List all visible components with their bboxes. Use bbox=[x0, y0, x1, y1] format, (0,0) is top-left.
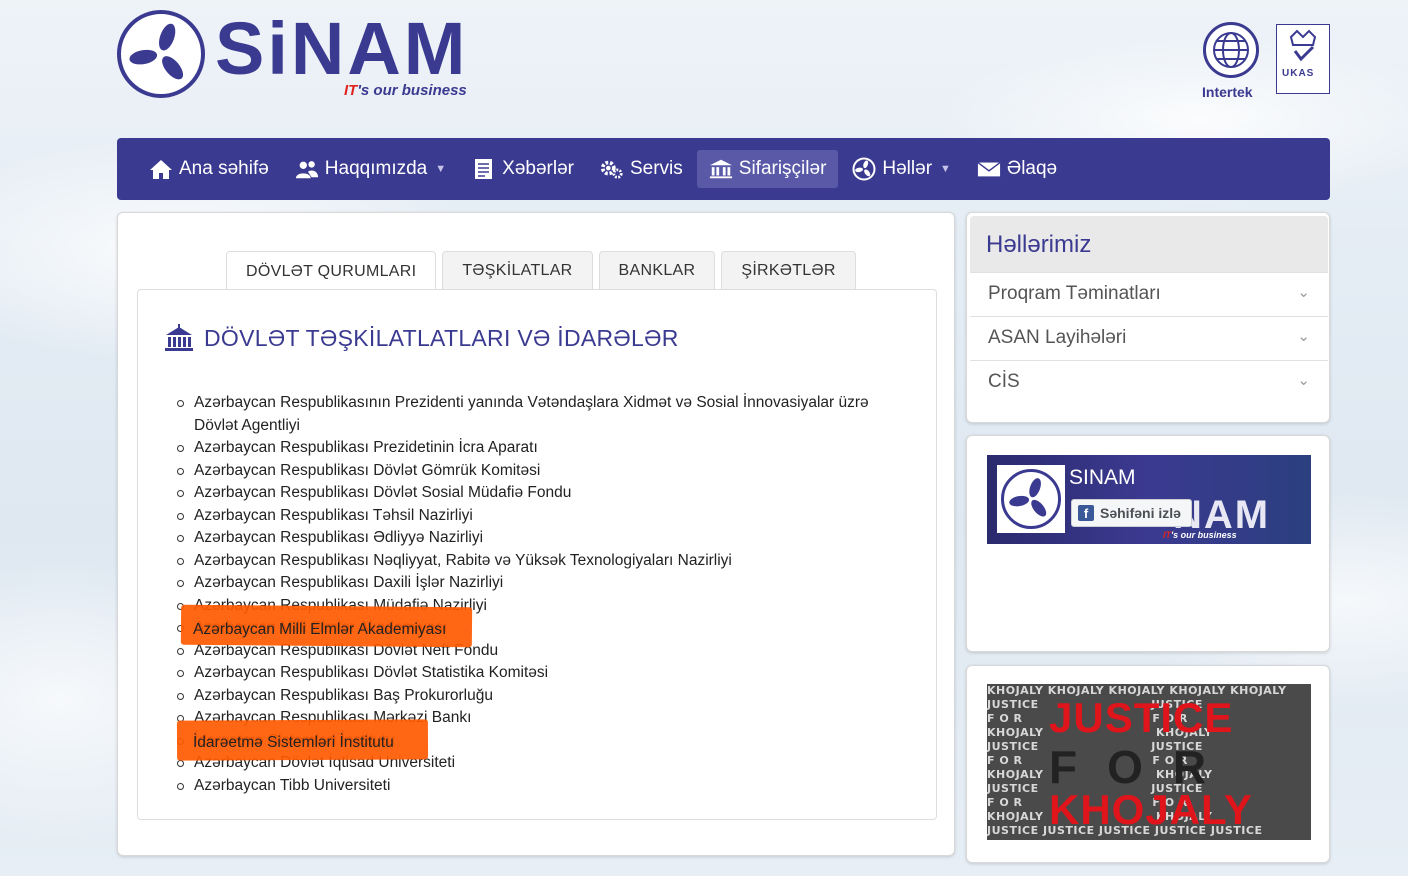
banner-tagline: IT's our business bbox=[1163, 530, 1237, 540]
list-item: Azərbaycan Respublikası Prezidetinin İcr… bbox=[177, 437, 914, 460]
nav-item-solutions[interactable]: Həllər ▼ bbox=[840, 150, 963, 188]
nav-label: Əlaqə bbox=[1006, 158, 1058, 179]
solution-item-software[interactable]: Proqram Təminatları ⌄ bbox=[970, 272, 1328, 316]
pane-title-text: DÖVLƏT TƏŞKİLATLATLARI VƏ İDARƏLƏR bbox=[204, 324, 679, 351]
nav-label: Servis bbox=[629, 158, 683, 179]
list-item: Azərbaycan Tibb Universiteti bbox=[177, 775, 914, 798]
nav-label: Haqqımızda bbox=[324, 158, 428, 179]
tab-state-agencies[interactable]: DÖVLƏT QURUMLARI bbox=[226, 251, 437, 291]
solution-label: ASAN Layihələri bbox=[988, 327, 1127, 348]
solutions-title: Həllərimiz bbox=[986, 231, 1092, 258]
tab-banks[interactable]: BANKLAR bbox=[598, 251, 716, 290]
follow-label: Səhifəni izlə bbox=[1100, 505, 1181, 521]
list-item: Azərbaycan Respublikası Nəqliyyat, Rabit… bbox=[177, 550, 914, 573]
nav-label: Sifarişçilər bbox=[738, 158, 827, 179]
nav-label: Həllər bbox=[882, 158, 933, 179]
page-avatar bbox=[997, 465, 1065, 533]
page-name: SINAM bbox=[1069, 466, 1136, 489]
list-item: Azərbaycan Respublikası Baş Prokurorluğu bbox=[177, 685, 914, 708]
building-icon bbox=[164, 324, 194, 352]
chevron-down-icon: ⌄ bbox=[1297, 328, 1310, 345]
chevron-down-icon: ⌄ bbox=[1297, 284, 1310, 301]
chevron-down-icon: ⌄ bbox=[1297, 372, 1310, 389]
solution-label: Proqram Təminatları bbox=[988, 283, 1161, 304]
iso-globe-icon bbox=[1203, 22, 1259, 78]
follow-page-button[interactable]: f Səhifəni izlə bbox=[1071, 499, 1192, 527]
mail-icon bbox=[977, 158, 1001, 180]
khojaly-banner-panel: KHOJALY KHOJALY KHOJALY KHOJALY KHOJALY … bbox=[966, 665, 1330, 863]
facebook-page-banner[interactable]: NAM IT's our business SINAM f Səhifəni i… bbox=[987, 455, 1311, 544]
solutions-panel: Həllərimiz Proqram Təminatları ⌄ ASAN La… bbox=[966, 212, 1330, 423]
nav-label: Ana səhifə bbox=[179, 158, 269, 179]
client-tabs: DÖVLƏT QURUMLARI TƏŞKİLATLAR BANKLAR ŞİR… bbox=[226, 251, 856, 291]
chevron-down-icon: ▼ bbox=[435, 163, 447, 175]
highlighted-item: Azərbaycan Milli Elmlər Akademiyası bbox=[193, 621, 447, 638]
home-icon bbox=[149, 158, 173, 180]
ukas-crown-icon bbox=[1276, 24, 1330, 94]
solution-item-asan[interactable]: ASAN Layihələri ⌄ bbox=[970, 316, 1328, 360]
list-item: Azərbaycan Respublikası Dövlət Sosial Mü… bbox=[177, 482, 914, 505]
ukas-label: UKAS bbox=[1282, 68, 1315, 79]
logo-flower-icon bbox=[117, 10, 205, 98]
list-item: Azərbaycan Respublikası Ədliyyə Nazirliy… bbox=[177, 527, 914, 550]
nav-item-contact[interactable]: Əlaqə bbox=[965, 150, 1069, 188]
logo-tagline: IT's our business bbox=[344, 82, 467, 99]
intertek-label: Intertek bbox=[1202, 84, 1253, 100]
list-item: Azərbaycan Respublikası Daxili İşlər Naz… bbox=[177, 572, 914, 595]
list-item: Azərbaycan Respublikası Dövlət Statistik… bbox=[177, 662, 914, 685]
list-item: Azərbaycan Respublikası Dövlət Gömrük Ko… bbox=[177, 460, 914, 483]
highlighted-item: İdarəetmə Sistemləri İnstitutu bbox=[193, 734, 394, 751]
solutions-header: Həllərimiz bbox=[970, 216, 1328, 272]
justice-for-khojaly-banner[interactable]: KHOJALY KHOJALY KHOJALY KHOJALY KHOJALY … bbox=[987, 684, 1311, 840]
sinam-logo[interactable]: SiNAM IT's our business bbox=[117, 7, 497, 102]
main-nav: Ana səhifə Haqqımızda ▼ Xəbərlər Servis … bbox=[117, 138, 1330, 200]
list-item: Azərbaycan Respublikasının Prezidenti ya… bbox=[177, 392, 914, 437]
nav-item-about[interactable]: Haqqımızda ▼ bbox=[283, 150, 458, 188]
solutions-icon bbox=[852, 157, 876, 181]
solution-label: CİS bbox=[988, 371, 1020, 392]
nav-item-news[interactable]: Xəbərlər bbox=[460, 150, 586, 188]
banner-line-3: KHOJALY bbox=[1049, 786, 1253, 833]
nav-item-clients[interactable]: Sifarişçilər bbox=[696, 150, 839, 188]
list-item: Azərbaycan Respublikası Təhsil Nazirliyi bbox=[177, 505, 914, 528]
tab-companies[interactable]: ŞİRKƏTLƏR bbox=[721, 251, 856, 290]
tab-organizations[interactable]: TƏŞKİLATLAR bbox=[442, 251, 593, 290]
gears-icon bbox=[600, 158, 624, 180]
building-icon bbox=[709, 158, 733, 180]
solution-item-cis[interactable]: CİS ⌄ bbox=[970, 360, 1328, 404]
chevron-down-icon: ▼ bbox=[940, 163, 951, 175]
nav-label: Xəbərlər bbox=[502, 158, 574, 179]
users-icon bbox=[295, 158, 319, 180]
news-icon bbox=[472, 158, 496, 180]
nav-item-home[interactable]: Ana səhifə bbox=[137, 150, 281, 188]
logo-flower-icon bbox=[1001, 469, 1061, 529]
logo-text: SiNAM bbox=[215, 7, 469, 90]
banner-line-1: JUSTICE bbox=[1049, 694, 1234, 741]
facebook-widget-panel: NAM IT's our business SINAM f Səhifəni i… bbox=[966, 435, 1330, 652]
pane-title: DÖVLƏT TƏŞKİLATLATLARI VƏ İDARƏLƏR bbox=[164, 324, 679, 352]
nav-item-service[interactable]: Servis bbox=[588, 150, 695, 188]
certifications: Intertek UKAS bbox=[1200, 22, 1332, 102]
facebook-icon: f bbox=[1078, 505, 1094, 521]
